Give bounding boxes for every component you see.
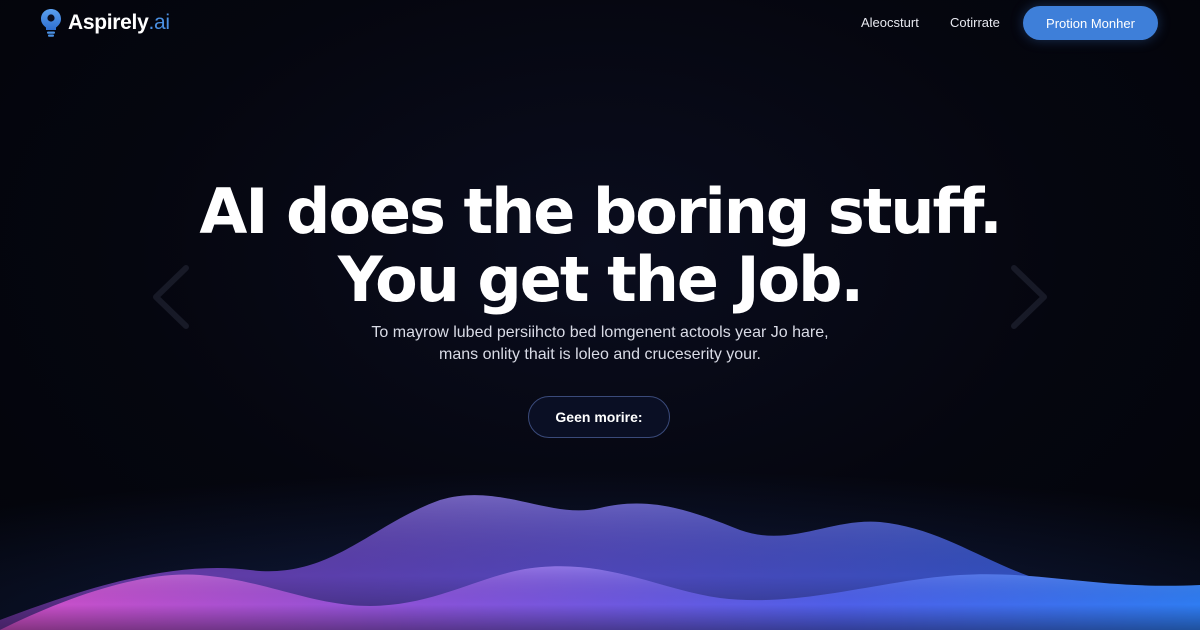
- brand-name: Aspirely.ai: [68, 11, 170, 35]
- nav-link-2[interactable]: Cotirrate: [950, 15, 1000, 30]
- hero-subheading: To mayrow lubed persiihcto bed lomgenent…: [0, 322, 1200, 366]
- decorative-waves: [0, 430, 1200, 630]
- hero-headline-line-1: AI does the boring stuff.: [199, 175, 1002, 248]
- brand-name-main: Aspirely: [68, 11, 149, 34]
- hero-subheading-line-2: mans onlity thait is loleo and cruceseri…: [439, 346, 761, 363]
- hero-subheading-line-1: To mayrow lubed persiihcto bed lomgenent…: [371, 324, 829, 341]
- hero-headline: AI does the boring stuff. You get the Jo…: [0, 178, 1200, 314]
- brand-name-tld: .ai: [148, 11, 170, 34]
- hero-headline-line-2: You get the Job.: [337, 243, 864, 316]
- top-nav-bar: Aspirely.ai Aleocsturt Cotirrate Protion…: [0, 0, 1200, 46]
- nav-link-1[interactable]: Aleocsturt: [861, 15, 919, 30]
- brand-logo[interactable]: Aspirely.ai: [40, 8, 170, 38]
- lightbulb-pin-icon: [41, 9, 61, 37]
- nav-cta-button[interactable]: Protion Monher: [1023, 6, 1158, 40]
